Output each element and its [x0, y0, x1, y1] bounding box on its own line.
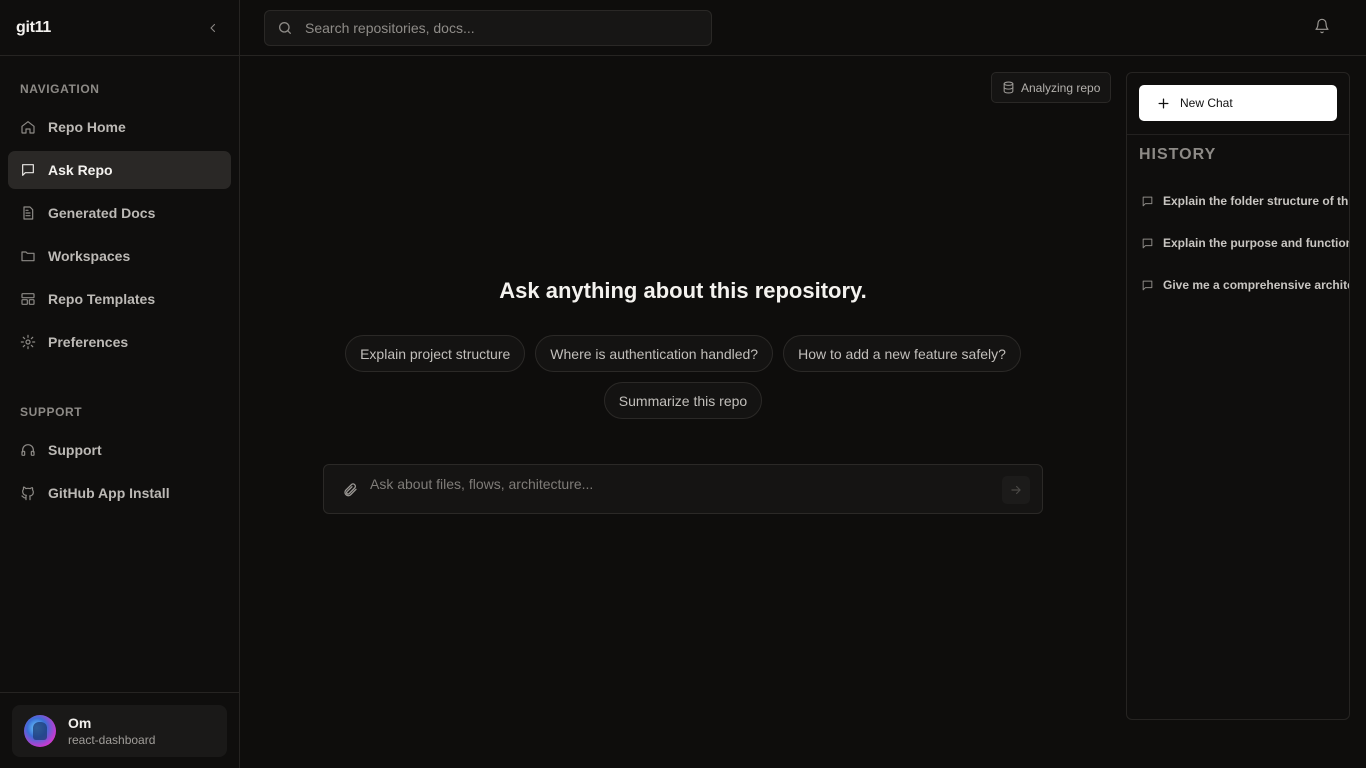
avatar	[24, 715, 56, 747]
sidebar-item-label: Workspaces	[48, 248, 131, 264]
user-card[interactable]: Om react-dashboard	[12, 705, 227, 757]
sidebar-item-label: Generated Docs	[48, 205, 156, 221]
sidebar-item-label: Ask Repo	[48, 162, 113, 178]
ask-input[interactable]	[370, 475, 990, 493]
sidebar-footer: Om react-dashboard	[0, 692, 239, 768]
history-panel: New Chat HISTORY Explain the folder stru…	[1126, 72, 1350, 720]
search-icon	[279, 22, 291, 34]
chat-icon	[22, 164, 34, 176]
sidebar-header: git11	[0, 0, 239, 56]
suggestion-chip[interactable]: How to add a new feature safely?	[783, 335, 1021, 372]
plus-icon	[1158, 98, 1169, 108]
chat-icon	[1142, 280, 1153, 290]
sidebar-item-preferences[interactable]: Preferences	[8, 323, 231, 361]
new-chat-button[interactable]: New Chat	[1139, 85, 1337, 121]
layout-icon	[21, 293, 35, 305]
page-headline: Ask anything about this repository.	[499, 278, 867, 303]
bell-icon	[1315, 18, 1329, 34]
user-repo: react-dashboard	[68, 732, 156, 747]
document-icon	[23, 206, 34, 220]
sidebar-item-label: GitHub App Install	[48, 485, 170, 501]
ask-composer	[323, 464, 1043, 514]
arrow-right-icon	[1011, 485, 1021, 495]
top-bar	[240, 0, 1366, 56]
sidebar-item-support[interactable]: Support	[8, 431, 231, 469]
database-icon	[1003, 81, 1014, 94]
home-icon	[21, 121, 35, 134]
chat-icon	[1142, 238, 1153, 248]
sidebar-item-ask-repo[interactable]: Ask Repo	[8, 151, 231, 189]
chevron-left-icon	[210, 23, 216, 32]
support-list: Support GitHub App Install	[8, 431, 231, 517]
sidebar-item-repo-templates[interactable]: Repo Templates	[8, 280, 231, 318]
history-title: HISTORY	[1139, 146, 1217, 163]
sidebar-item-repo-home[interactable]: Repo Home	[8, 108, 231, 146]
divider	[1127, 134, 1349, 135]
history-item-text: Give me a comprehensive architect	[1163, 278, 1350, 292]
suggestion-chip[interactable]: Where is authentication handled?	[535, 335, 774, 372]
navigation-section-title: NAVIGATION	[20, 82, 100, 96]
sidebar: git11 NAVIGATION Repo Home Ask Repo Gene…	[0, 0, 240, 768]
analyzing-status-text: Analyzing repo	[1021, 80, 1101, 95]
analyzing-status-badge: Analyzing repo	[991, 72, 1112, 103]
history-item-text: Explain the purpose and functional	[1163, 236, 1350, 250]
history-item-text: Explain the folder structure of this r	[1163, 194, 1350, 208]
navigation-list: Repo Home Ask Repo Generated Docs Worksp…	[8, 108, 231, 366]
paperclip-icon	[344, 483, 357, 497]
history-item[interactable]: Explain the folder structure of this r	[1127, 180, 1349, 222]
notifications-button[interactable]	[1314, 18, 1332, 36]
send-button[interactable]	[1002, 476, 1030, 504]
support-section-title: SUPPORT	[20, 405, 83, 419]
chat-icon	[1142, 196, 1153, 206]
search-box[interactable]	[264, 10, 712, 46]
folder-icon	[21, 251, 35, 262]
user-info: Om react-dashboard	[68, 715, 155, 748]
history-item[interactable]: Explain the purpose and functional	[1127, 222, 1349, 264]
collapse-sidebar-button[interactable]	[203, 18, 223, 38]
sidebar-item-label: Support	[48, 442, 102, 458]
suggestion-chip[interactable]: Explain project structure	[345, 335, 526, 372]
search-input[interactable]	[305, 20, 685, 36]
gear-icon	[20, 334, 36, 350]
sidebar-item-generated-docs[interactable]: Generated Docs	[8, 194, 231, 232]
sidebar-item-github-app-install[interactable]: GitHub App Install	[8, 474, 231, 512]
suggestion-chip[interactable]: Summarize this repo	[603, 382, 763, 419]
github-icon	[21, 486, 34, 501]
attach-button[interactable]	[342, 482, 358, 498]
app-logo[interactable]: git11	[16, 19, 51, 37]
history-list: Explain the folder structure of this r E…	[1127, 180, 1349, 306]
suggestion-chips: Explain project structure Where is authe…	[323, 335, 1043, 419]
sidebar-item-label: Repo Templates	[48, 291, 156, 307]
sidebar-item-workspaces[interactable]: Workspaces	[8, 237, 231, 275]
sidebar-item-label: Repo Home	[48, 119, 126, 135]
user-name: Om	[68, 714, 92, 731]
sidebar-item-label: Preferences	[48, 334, 129, 350]
history-item[interactable]: Give me a comprehensive architect	[1127, 264, 1349, 306]
headphones-icon	[21, 444, 35, 456]
new-chat-label: New Chat	[1180, 96, 1233, 110]
